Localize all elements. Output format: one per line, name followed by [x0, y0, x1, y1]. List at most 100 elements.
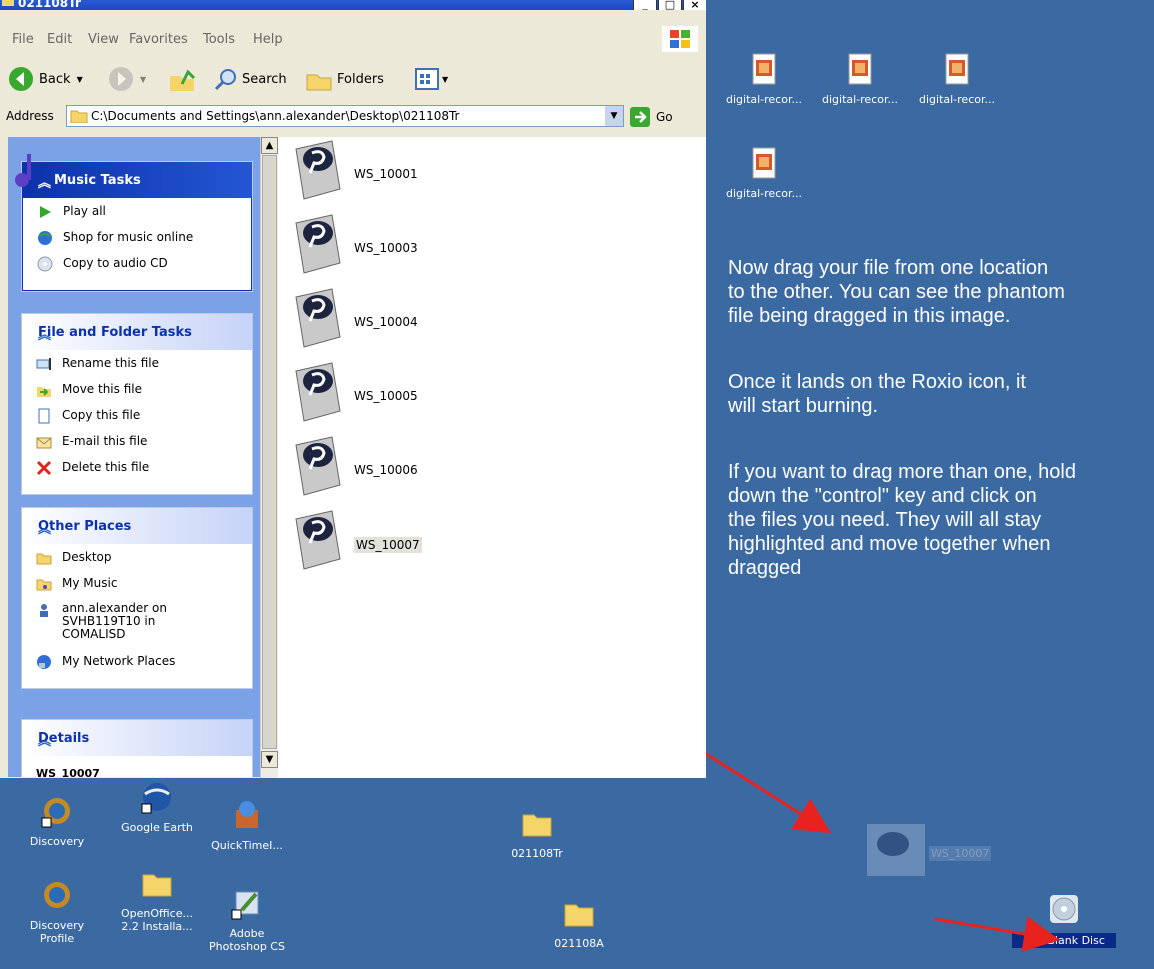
- desktop-icon-digital-recording-1[interactable]: digital-recor...: [719, 52, 809, 106]
- audio-file-icon: [752, 147, 776, 179]
- file-folder-tasks-header[interactable]: File and Folder Tasks ︽: [22, 314, 252, 350]
- file-folder-tasks-panel: File and Folder Tasks ︽ Rename this file …: [21, 313, 253, 495]
- desktop-icon-digital-recording-4[interactable]: digital-recor...: [719, 146, 809, 200]
- menu-view[interactable]: View: [88, 32, 119, 47]
- place-desktop[interactable]: Desktop: [36, 550, 252, 576]
- task-copy-to-audio-cd[interactable]: Copy to audio CD: [37, 256, 251, 282]
- scroll-thumb[interactable]: [262, 155, 277, 749]
- desktop-icon-google-earth[interactable]: Google Earth: [112, 780, 202, 834]
- desktop-icon-label: QuickTimeI...: [211, 839, 283, 852]
- task-copy-file[interactable]: Copy this file: [36, 408, 252, 434]
- file-item[interactable]: WS_10003: [292, 213, 592, 275]
- folder-icon: [564, 904, 594, 927]
- minimize-button[interactable]: _: [633, 0, 657, 10]
- desktop-icon-label: digital-recor...: [726, 93, 802, 106]
- desktop-icon-discovery-profile[interactable]: Discovery Profile: [12, 878, 102, 945]
- search-button[interactable]: Search: [214, 66, 287, 92]
- desktop-icon-adobe-photoshop[interactable]: Adobe Photoshop CS: [202, 886, 292, 953]
- desktop-icon-digital-recording-3[interactable]: digital-recor...: [912, 52, 1002, 106]
- desktop-icon-label: Google Earth: [121, 821, 193, 834]
- collapse-chevron-icon[interactable]: ︽: [38, 518, 242, 537]
- collapse-chevron-icon[interactable]: ︽: [38, 324, 242, 343]
- file-item[interactable]: WS_10001: [292, 139, 592, 201]
- go-arrow-icon: [630, 107, 650, 127]
- dragged-file-ghost: WS_10007: [857, 820, 1003, 882]
- explorer-window: 021108Tr _ □ × File Edit View Favorites …: [0, 0, 706, 778]
- place-network-user[interactable]: ann.alexander on SVHB119T10 in COMALISD: [36, 602, 252, 654]
- place-my-music[interactable]: My Music: [36, 576, 252, 602]
- back-arrow-icon: [9, 67, 33, 91]
- scroll-up-button[interactable]: ▲: [261, 137, 278, 154]
- instruction-note-3: If you want to drag more than one, hold …: [728, 461, 1076, 579]
- other-places-list: Desktop My Music ann.alexander on SVHB11…: [22, 544, 252, 688]
- go-button[interactable]: Go: [630, 106, 673, 128]
- photoshop-icon: [231, 891, 259, 920]
- maximize-button[interactable]: □: [658, 0, 682, 10]
- globe-icon: [38, 231, 52, 245]
- details-panel: Details ︽ WS_10007: [21, 719, 253, 777]
- desktop-icon-quicktime[interactable]: QuickTimeI...: [202, 798, 292, 852]
- views-icon: [415, 68, 439, 90]
- window-title: 021108Tr: [18, 0, 81, 10]
- details-header[interactable]: Details ︽: [22, 720, 252, 756]
- task-email-file[interactable]: E-mail this file: [36, 434, 252, 460]
- desktop-icon-label: digital-recor...: [822, 93, 898, 106]
- chevron-down-icon: ▼: [140, 74, 147, 84]
- place-my-network-places[interactable]: My Network Places: [36, 654, 252, 680]
- music-tasks-header[interactable]: Music Tasks ︽: [15, 154, 252, 198]
- up-folder-icon: [170, 69, 196, 91]
- file-item[interactable]: WS_10005: [292, 361, 592, 423]
- audio-file-icon: [945, 53, 969, 85]
- desktop-icon-021108Tr[interactable]: 021108Tr: [492, 806, 582, 860]
- desktop-icon-label: Adobe Photoshop CS: [209, 927, 285, 953]
- chevron-down-icon: ▼: [442, 74, 449, 84]
- task-play-all[interactable]: Play all: [37, 204, 251, 230]
- back-button[interactable]: Back ▼: [8, 66, 83, 92]
- realplayer-file-icon: [295, 510, 341, 570]
- chevron-down-icon: ▼: [76, 74, 83, 84]
- desktop-icon-discovery[interactable]: Discovery: [12, 794, 102, 848]
- task-move-file[interactable]: Move this file: [36, 382, 252, 408]
- menu-file[interactable]: File: [12, 32, 34, 47]
- forward-arrow-icon: [109, 67, 133, 91]
- file-name: WS_10004: [354, 315, 418, 329]
- window-titlebar[interactable]: 021108Tr _ □ ×: [0, 0, 706, 10]
- file-item[interactable]: WS_10006: [292, 435, 592, 497]
- file-name: WS_10001: [354, 167, 418, 181]
- copy-icon: [38, 408, 50, 424]
- desktop-icon-021108A[interactable]: 021108A: [534, 896, 624, 950]
- desktop-icon-openoffice-installer[interactable]: OpenOffice... 2.2 Installa...: [112, 866, 202, 933]
- discovery-icon: [44, 882, 70, 908]
- task-rename-file[interactable]: Rename this file: [36, 356, 252, 382]
- desktop-icon-blank-disc[interactable]: (D:) Blank Disc: [1012, 892, 1116, 948]
- folders-icon: [306, 74, 332, 91]
- task-delete-file[interactable]: Delete this file: [36, 460, 252, 486]
- views-button[interactable]: ▼: [414, 66, 448, 92]
- window-controls: _ □ ×: [633, 0, 706, 10]
- menu-bar: File Edit View Favorites Tools Help: [0, 26, 706, 58]
- menu-edit[interactable]: Edit: [47, 32, 72, 47]
- folders-button[interactable]: Folders: [305, 66, 384, 92]
- other-places-header[interactable]: Other Places ︽: [22, 508, 252, 544]
- file-item[interactable]: WS_10004: [292, 287, 592, 349]
- desktop-icon-label: OpenOffice... 2.2 Installa...: [121, 907, 193, 933]
- desktop-icon-label: 021108Tr: [511, 847, 563, 860]
- menu-help[interactable]: Help: [253, 32, 283, 47]
- scroll-down-button[interactable]: ▼: [261, 751, 278, 768]
- address-dropdown-button[interactable]: ▼: [605, 106, 623, 126]
- task-shop-music-online[interactable]: Shop for music online: [37, 230, 251, 256]
- folder-icon: [36, 553, 52, 565]
- forward-button[interactable]: ▼: [108, 66, 146, 92]
- menu-tools[interactable]: Tools: [203, 32, 235, 47]
- file-item-selected[interactable]: WS_10007: [292, 509, 592, 571]
- menu-favorites[interactable]: Favorites: [129, 32, 188, 47]
- up-folder-button[interactable]: [168, 66, 196, 96]
- collapse-chevron-icon[interactable]: ︽: [38, 730, 242, 749]
- collapse-chevron-icon[interactable]: ︽: [38, 172, 242, 191]
- file-name: WS_10005: [354, 389, 418, 403]
- close-button[interactable]: ×: [683, 0, 706, 10]
- task-pane-scrollbar[interactable]: ▲ ▼: [260, 137, 278, 778]
- dragged-file-label: WS_10007: [929, 846, 992, 861]
- desktop-icon-digital-recording-2[interactable]: digital-recor...: [815, 52, 905, 106]
- address-input[interactable]: C:\Documents and Settings\ann.alexander\…: [66, 105, 624, 127]
